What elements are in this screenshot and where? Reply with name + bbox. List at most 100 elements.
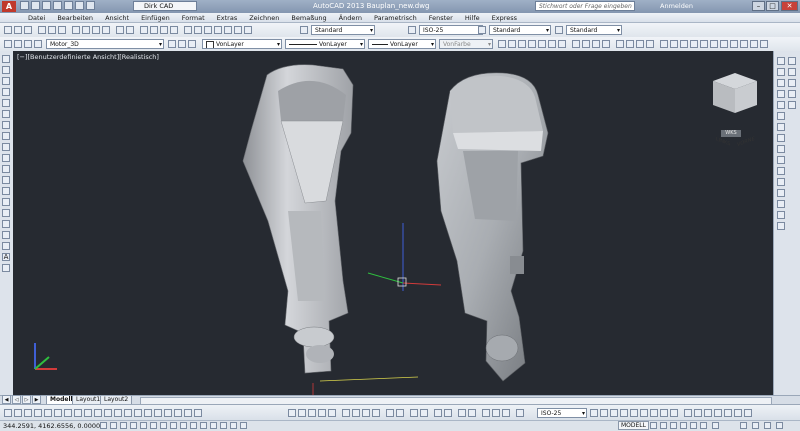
aligned-dimension-icon[interactable]	[14, 409, 22, 417]
table-icon[interactable]	[2, 242, 10, 250]
jogged-icon[interactable]	[54, 409, 62, 417]
erase-icon[interactable]	[777, 57, 785, 65]
layer-manager-icon[interactable]	[4, 40, 12, 48]
zoom-status-icon[interactable]	[680, 422, 687, 429]
thicken-icon[interactable]	[362, 409, 370, 417]
workspace-status-icon[interactable]	[740, 422, 747, 429]
polar-tracking-icon[interactable]	[590, 409, 598, 417]
spline-icon[interactable]	[2, 143, 10, 151]
move-icon[interactable]	[777, 112, 785, 120]
ducs-icon[interactable]	[180, 422, 187, 429]
center-mark-icon[interactable]	[144, 409, 152, 417]
save-icon[interactable]	[24, 26, 32, 34]
save-as-icon[interactable]	[53, 1, 62, 10]
text-style-dropdown[interactable]: Standard	[311, 25, 375, 35]
showmotion-icon[interactable]	[788, 101, 796, 109]
showmotion-status-icon[interactable]	[700, 422, 707, 429]
undo-icon[interactable]	[116, 26, 124, 34]
layer-isolate-icon[interactable]	[188, 40, 196, 48]
table-style-dropdown[interactable]: Standard	[489, 25, 551, 35]
circle-icon[interactable]	[2, 121, 10, 129]
3d-array-icon[interactable]	[328, 409, 336, 417]
rectangle-icon[interactable]	[2, 99, 10, 107]
cylinder-icon[interactable]	[680, 40, 688, 48]
otrack-icon[interactable]	[170, 422, 177, 429]
close-button[interactable]: ✕	[781, 1, 798, 11]
next-tab-icon[interactable]: ▷	[22, 395, 31, 404]
tool-palettes-icon[interactable]	[204, 26, 212, 34]
menu-einfuegen[interactable]: Einfügen	[141, 14, 170, 22]
wcs-menu[interactable]: WKS	[721, 130, 741, 137]
quick-dimension-icon[interactable]	[84, 409, 92, 417]
infer-constraints-icon[interactable]	[100, 422, 107, 429]
toolbar-lock-icon[interactable]	[752, 422, 759, 429]
help-icon[interactable]	[244, 26, 252, 34]
continue-icon[interactable]	[104, 409, 112, 417]
pan-icon[interactable]	[140, 26, 148, 34]
dimension-edit-icon[interactable]	[174, 409, 182, 417]
helix-icon[interactable]	[502, 409, 510, 417]
view-bottom-icon[interactable]	[518, 40, 526, 48]
construction-line-icon[interactable]	[2, 66, 10, 74]
dimension-text-edit-icon[interactable]	[184, 409, 192, 417]
dynamic-ucs-icon[interactable]	[620, 409, 628, 417]
view-back-icon[interactable]	[558, 40, 566, 48]
solid-edit-icon[interactable]	[434, 409, 442, 417]
quick-view-drawings-icon[interactable]	[660, 422, 667, 429]
explode-icon[interactable]	[777, 222, 785, 230]
save-icon[interactable]	[42, 1, 51, 10]
publish-icon[interactable]	[58, 26, 66, 34]
visual-style-hidden-icon[interactable]	[626, 40, 634, 48]
lineweight-dropdown[interactable]: VonLayer	[368, 39, 436, 49]
insert-block-icon[interactable]	[2, 176, 10, 184]
dimension-space-icon[interactable]	[114, 409, 122, 417]
hatch-icon[interactable]	[2, 209, 10, 217]
trim-icon[interactable]	[777, 156, 785, 164]
polygon-icon[interactable]	[2, 88, 10, 96]
previous-tab-icon[interactable]: ◁	[12, 395, 21, 404]
tolerance-icon[interactable]	[134, 409, 142, 417]
menu-bearbeiten[interactable]: Bearbeiten	[57, 14, 93, 22]
login-link[interactable]: Anmelden	[660, 2, 693, 10]
copy-icon[interactable]	[82, 26, 90, 34]
arc-icon[interactable]	[2, 110, 10, 118]
coordinate-readout[interactable]: 344.2591, 4162.6556, 0.0000	[3, 422, 100, 430]
inspection-icon[interactable]	[154, 409, 162, 417]
presspull-icon[interactable]	[342, 409, 350, 417]
visual-style-realistic-icon[interactable]	[636, 40, 644, 48]
qp-icon[interactable]	[220, 422, 227, 429]
imprint-icon[interactable]	[372, 409, 380, 417]
multileader-style-dropdown[interactable]: Standard	[566, 25, 622, 35]
layer-dropdown[interactable]: Motor_3D	[46, 39, 164, 49]
angular-icon[interactable]	[74, 409, 82, 417]
color-dropdown[interactable]: VonLayer	[202, 39, 282, 49]
chamfer-icon[interactable]	[777, 200, 785, 208]
snap-mode-icon[interactable]	[110, 422, 117, 429]
rotate-icon[interactable]	[777, 123, 785, 131]
viewcube[interactable]	[713, 73, 757, 113]
array-icon[interactable]	[777, 101, 785, 109]
wedge-icon[interactable]	[700, 40, 708, 48]
scale-icon[interactable]	[777, 134, 785, 142]
menu-fenster[interactable]: Fenster	[429, 14, 453, 22]
pan-status-icon[interactable]	[670, 422, 677, 429]
drawing-viewport[interactable]: [−][Benutzerdefinierte Ansicht][Realisti…	[13, 51, 773, 395]
cone-icon[interactable]	[690, 40, 698, 48]
hardware-acceleration-icon[interactable]	[734, 409, 742, 417]
workspace-dropdown[interactable]: Dirk CAD	[133, 1, 197, 11]
clean-screen-status-icon[interactable]	[776, 422, 783, 429]
menu-express[interactable]: Express	[492, 14, 517, 22]
gradient-icon[interactable]	[2, 220, 10, 228]
separate-icon[interactable]	[396, 409, 404, 417]
steeringwheel-icon[interactable]	[690, 422, 697, 429]
layer-previous-icon[interactable]	[178, 40, 186, 48]
minimize-button[interactable]: –	[752, 1, 765, 11]
menu-bemassung[interactable]: Bemaßung	[291, 14, 326, 22]
torus-icon[interactable]	[710, 40, 718, 48]
menu-format[interactable]: Format	[182, 14, 205, 22]
zoom-previous-icon[interactable]	[170, 26, 178, 34]
dimension-style-dropdown[interactable]: ISO-25	[419, 25, 483, 35]
transparency-toggle-icon[interactable]	[650, 409, 658, 417]
jogged-linear-icon[interactable]	[164, 409, 172, 417]
line-icon[interactable]	[2, 55, 10, 63]
